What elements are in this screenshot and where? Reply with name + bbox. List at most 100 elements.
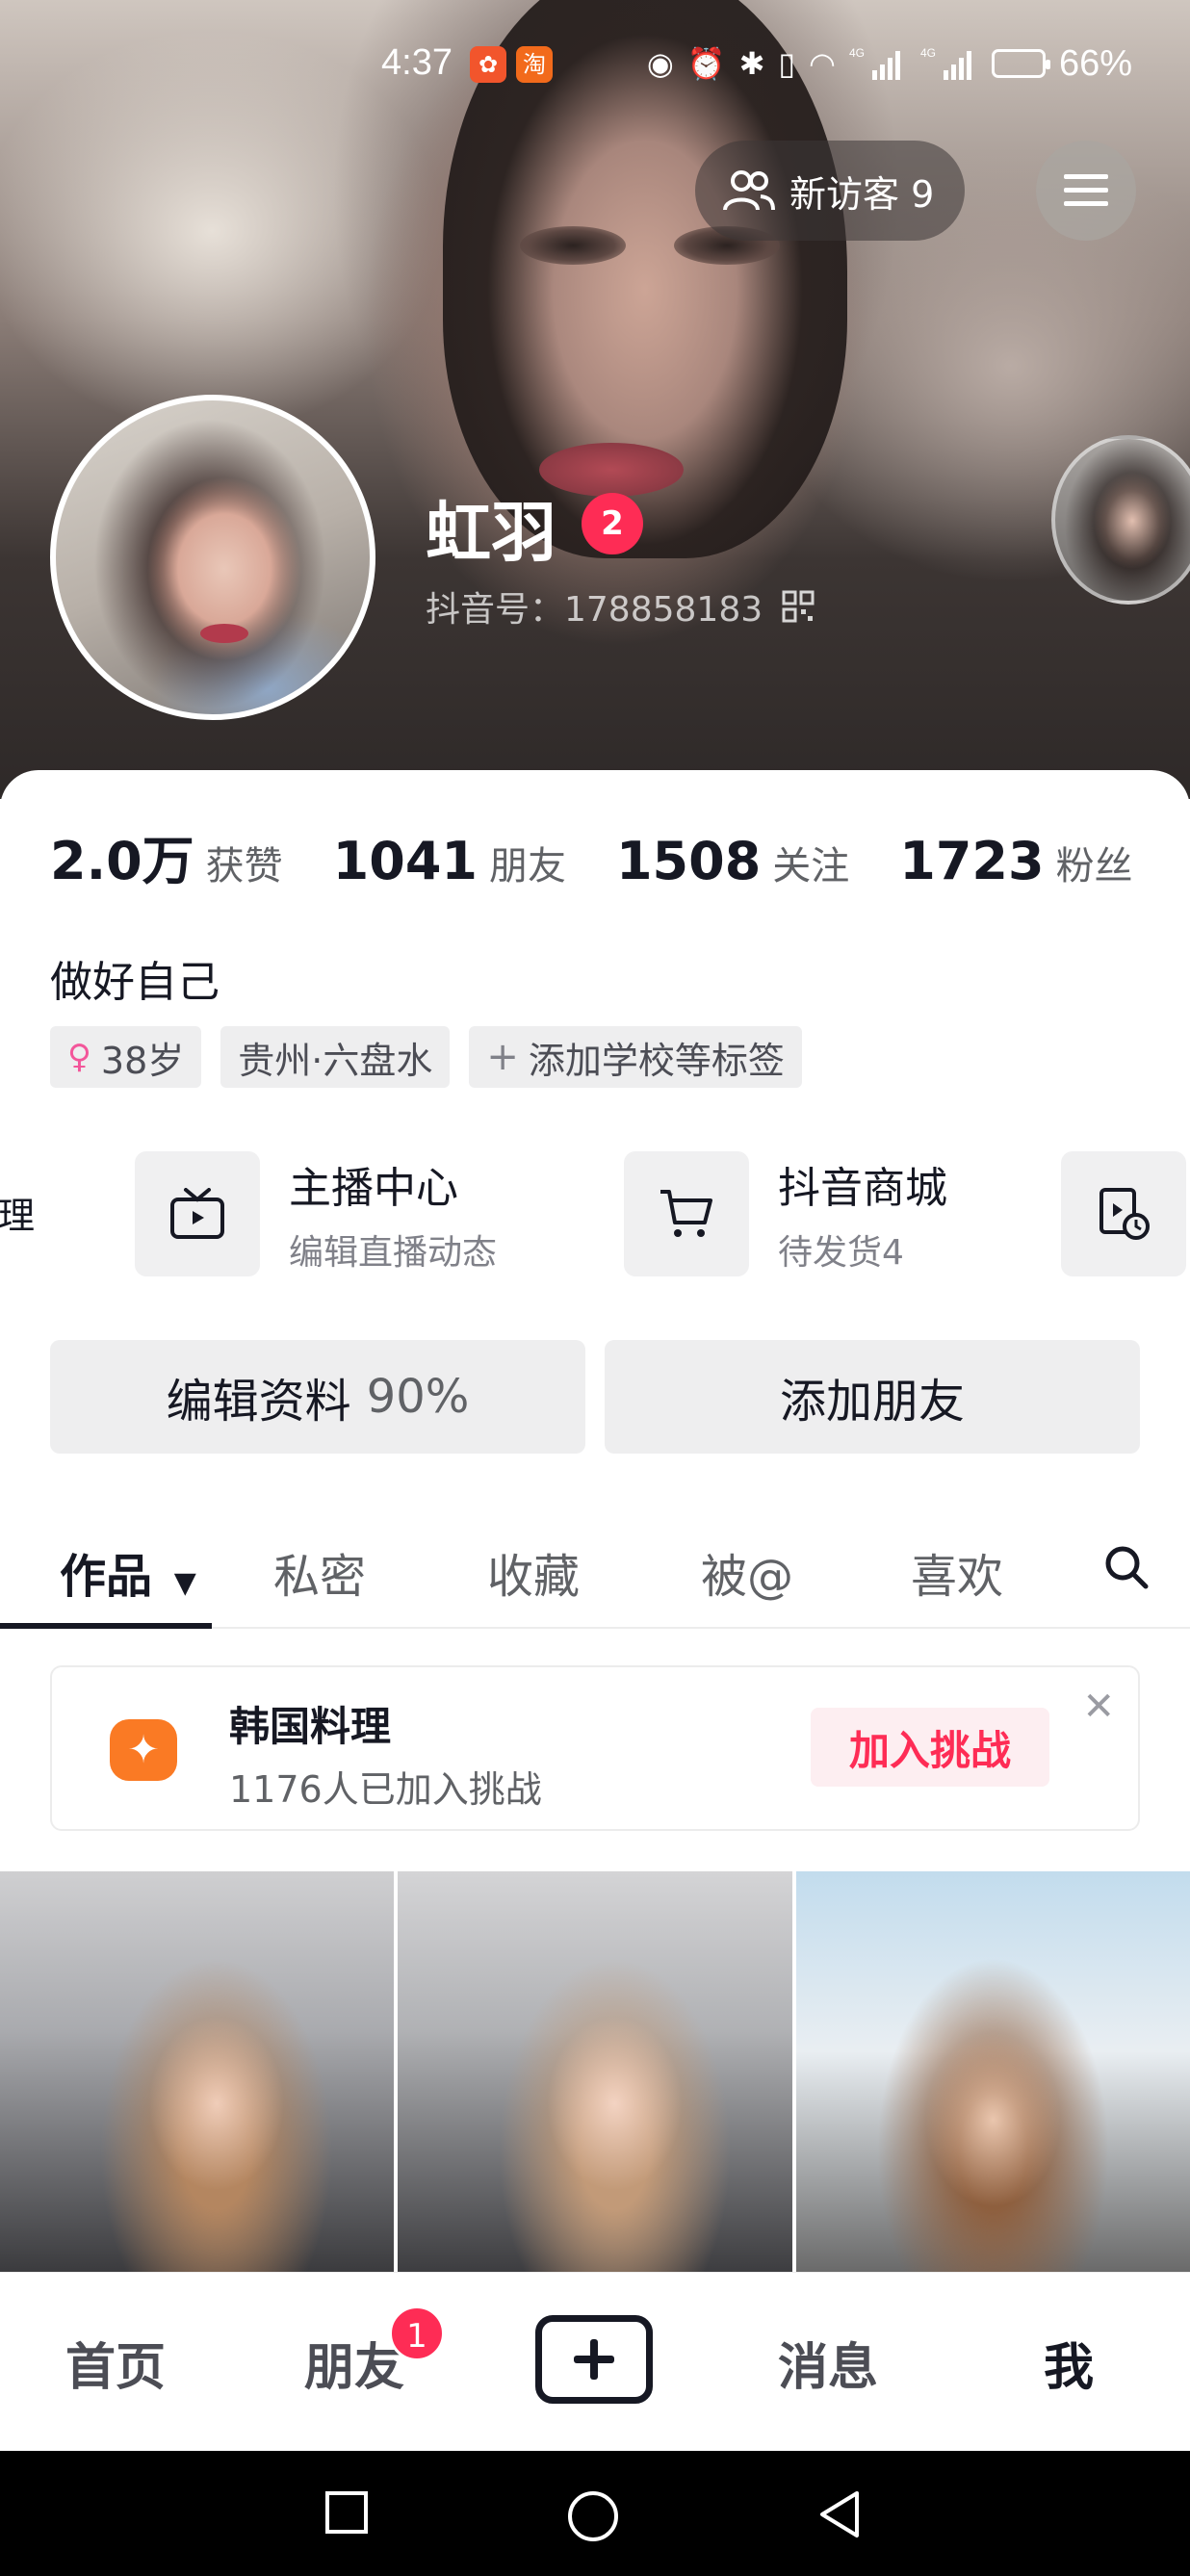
qr-code-icon[interactable] <box>782 590 815 623</box>
tab-indicator <box>0 1623 212 1629</box>
video-thumbnail[interactable] <box>0 1871 395 2272</box>
cover-photo-lips <box>539 443 684 497</box>
new-visitors-label: 新访客 9 <box>789 172 935 216</box>
status-bar: 4:37 ✿ 淘 ◉ ⏰ ✱ ▯ ◠ 4G 4G 66% <box>0 35 1190 92</box>
stat-label: 关注 <box>772 844 850 889</box>
create-post-button[interactable] <box>535 2315 653 2404</box>
nickname: 虹羽 <box>426 496 557 572</box>
content-tabs: 作品 ▼ 私密 收藏 被@ 喜欢 <box>0 1517 1190 1629</box>
battery-icon <box>991 49 1050 78</box>
notification-app-icon: ✿ <box>470 46 506 83</box>
profile-panel: 2.0万 获赞 1041 朋友 1508 关注 1723 粉丝 做好自己 ♀ 3… <box>0 770 1190 2272</box>
system-navigation-bar <box>0 2451 1190 2576</box>
stat-label: 获赞 <box>205 844 283 889</box>
bio-text: 做好自己 <box>50 958 220 1007</box>
profile-tags: ♀ 38岁 贵州·六盘水 + 添加学校等标签 <box>50 1026 802 1088</box>
home-icon[interactable] <box>566 2489 620 2543</box>
join-challenge-button[interactable]: 加入挑战 <box>811 1708 1049 1787</box>
add-friend-button[interactable]: 添加朋友 <box>605 1340 1140 1454</box>
nav-home[interactable]: 首页 <box>65 2327 166 2399</box>
tag-text: 38岁 <box>100 1039 185 1082</box>
battery-percent: 66% <box>1058 42 1132 84</box>
shortcut-subtitle: 待发货4 <box>778 1233 904 1273</box>
level-badge[interactable]: 2 <box>582 493 643 554</box>
tab-works[interactable]: 作品 ▼ <box>60 1538 196 1606</box>
tab-mentions[interactable]: 被@ <box>701 1538 793 1606</box>
plus-icon: + <box>486 1035 519 1079</box>
vibrate-icon: ▯ <box>778 45 796 82</box>
stat-followers[interactable]: 1723 粉丝 <box>899 831 1132 891</box>
shortcut-row[interactable]: 理 主播中心 编辑直播动态 抖音商城 待发货4 <box>0 1151 1190 1280</box>
bottom-nav: 首页 朋友 1 消息 我 <box>0 2272 1190 2451</box>
nav-messages[interactable]: 消息 <box>778 2327 878 2399</box>
shortcut-title: 抖音商城 <box>778 1164 947 1213</box>
close-icon[interactable]: ✕ <box>1082 1685 1115 1729</box>
stat-likes[interactable]: 2.0万 获赞 <box>50 818 283 894</box>
edit-profile-button[interactable]: 编辑资料 90% <box>50 1340 585 1454</box>
tag-text: 添加学校等标签 <box>528 1039 785 1082</box>
douyin-id-text: 抖音号：178858183 <box>426 590 763 630</box>
stat-label: 粉丝 <box>1055 844 1133 889</box>
stat-number: 2.0万 <box>50 831 194 891</box>
alarm-icon: ⏰ <box>686 45 726 82</box>
svg-text:4G: 4G <box>920 46 936 60</box>
challenge-title: 韩国料理 <box>229 1703 392 1750</box>
tag-add-school[interactable]: + 添加学校等标签 <box>469 1026 802 1088</box>
tag-location[interactable]: 贵州·六盘水 <box>220 1026 451 1088</box>
cart-icon <box>624 1151 749 1276</box>
back-icon[interactable] <box>816 2489 863 2539</box>
stat-number: 1723 <box>899 831 1045 891</box>
stat-label: 朋友 <box>488 844 566 889</box>
challenge-subtitle: 1176人已加入挑战 <box>229 1768 542 1811</box>
nav-me[interactable]: 我 <box>1044 2327 1094 2399</box>
add-friend-label: 添加朋友 <box>779 1375 965 1429</box>
taobao-icon: 淘 <box>516 46 553 83</box>
shortcut-douyin-mall[interactable]: 抖音商城 待发货4 <box>624 1151 947 1276</box>
video-thumbnail[interactable] <box>398 1871 792 2272</box>
video-grid <box>0 1871 1190 2272</box>
new-visitors-button[interactable]: 新访客 9 <box>695 141 966 241</box>
signal-icon: 4G <box>849 46 900 80</box>
edit-profile-label: 编辑资料 <box>166 1375 351 1429</box>
stat-number: 1041 <box>332 831 478 891</box>
female-icon: ♀ <box>67 1038 91 1076</box>
signal-icon-2: 4G <box>920 46 971 80</box>
shortcut-watch-history[interactable] <box>1061 1151 1186 1276</box>
video-thumbnail[interactable] <box>795 1871 1190 2272</box>
svg-text:4G: 4G <box>849 46 865 60</box>
search-icon[interactable] <box>1103 1544 1150 1594</box>
caret-down-icon: ▼ <box>173 1566 196 1600</box>
challenge-spark-icon: ✦ <box>110 1719 177 1781</box>
shortcut-subtitle: 编辑直播动态 <box>289 1233 498 1273</box>
avatar-photo-detail <box>200 624 248 643</box>
video-history-icon <box>1061 1151 1186 1276</box>
people-icon <box>723 170 775 211</box>
tab-label: 作品 <box>60 1550 153 1604</box>
tab-favorites[interactable]: 收藏 <box>487 1538 580 1606</box>
hamburger-menu-icon <box>1064 174 1108 206</box>
tag-age[interactable]: ♀ 38岁 <box>50 1026 202 1088</box>
tab-likes[interactable]: 喜欢 <box>911 1538 1003 1606</box>
shortcut-edge-text: 理 <box>0 1195 36 1237</box>
plus-icon <box>574 2339 614 2380</box>
tab-private[interactable]: 私密 <box>273 1538 366 1606</box>
shortcut-streamer-center[interactable]: 主播中心 编辑直播动态 <box>135 1151 497 1276</box>
tag-text: 贵州·六盘水 <box>238 1039 433 1082</box>
stat-following[interactable]: 1508 关注 <box>616 831 849 891</box>
challenge-card[interactable]: ✦ 韩国料理 1176人已加入挑战 加入挑战 ✕ <box>50 1665 1140 1831</box>
shortcut-title: 主播中心 <box>289 1164 458 1213</box>
cover-photo-eye <box>520 226 626 265</box>
stat-friends[interactable]: 1041 朋友 <box>333 831 566 891</box>
status-time: 4:37 <box>381 42 453 83</box>
avatar[interactable] <box>50 395 375 720</box>
bluetooth-icon: ✱ <box>738 45 765 82</box>
edit-profile-progress: 90% <box>366 1370 470 1424</box>
recent-apps-icon[interactable] <box>323 2489 370 2536</box>
eye-comfort-icon: ◉ <box>646 45 674 82</box>
douyin-id[interactable]: 抖音号：178858183 <box>426 581 815 631</box>
menu-button[interactable] <box>1036 141 1136 241</box>
stats-row: 2.0万 获赞 1041 朋友 1508 关注 1723 粉丝 <box>50 818 1183 894</box>
tv-icon <box>135 1151 260 1276</box>
wifi-icon: ◠ <box>809 45 836 82</box>
stat-number: 1508 <box>615 831 762 891</box>
